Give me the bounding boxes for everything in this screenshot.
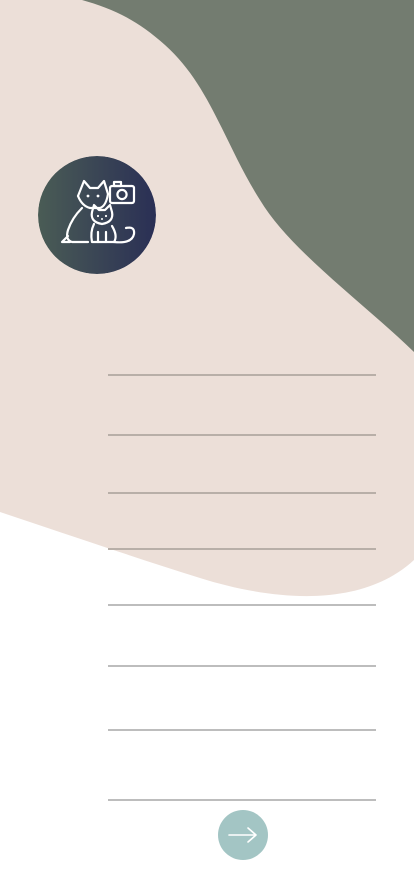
app-logo [38, 156, 156, 274]
form-field-2[interactable] [108, 396, 376, 436]
form-field-7[interactable] [108, 691, 376, 731]
form-field-6[interactable] [108, 627, 376, 667]
form-field-8[interactable] [108, 761, 376, 801]
form-field-5[interactable] [108, 566, 376, 606]
form-field-1[interactable] [108, 336, 376, 376]
signup-screen [0, 0, 414, 896]
pet-camera-icon [38, 156, 156, 274]
next-button[interactable] [218, 810, 268, 860]
form-field-3[interactable] [108, 454, 376, 494]
form-field-4[interactable] [108, 510, 376, 550]
arrow-right-icon [228, 827, 257, 843]
